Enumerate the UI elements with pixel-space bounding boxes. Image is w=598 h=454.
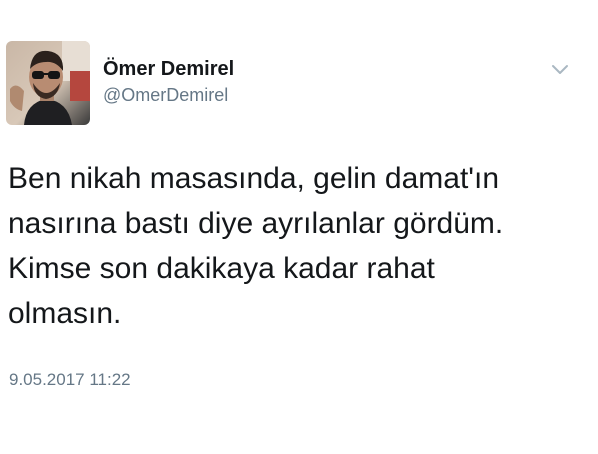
avatar[interactable] <box>6 41 90 125</box>
author-handle[interactable]: @OmerDemirel <box>103 84 228 106</box>
profile-photo <box>6 41 90 125</box>
tweet-timestamp[interactable]: 9.05.2017 11:22 <box>9 369 131 391</box>
tweet-text-line: olmasın. <box>8 297 122 330</box>
tweet-text-line: nasırına bastı diye ayrılanlar gördüm. <box>8 207 504 240</box>
author-display-name[interactable]: Ömer Demirel <box>103 57 234 81</box>
chevron-down-icon[interactable] <box>550 62 570 76</box>
tweet-text: Ben nikah masasında, gelin damat'ın nası… <box>8 156 588 336</box>
tweet-text-line: Ben nikah masasında, gelin damat'ın <box>8 162 500 195</box>
tweet-text-line: Kimse son dakikaya kadar rahat <box>8 252 435 285</box>
